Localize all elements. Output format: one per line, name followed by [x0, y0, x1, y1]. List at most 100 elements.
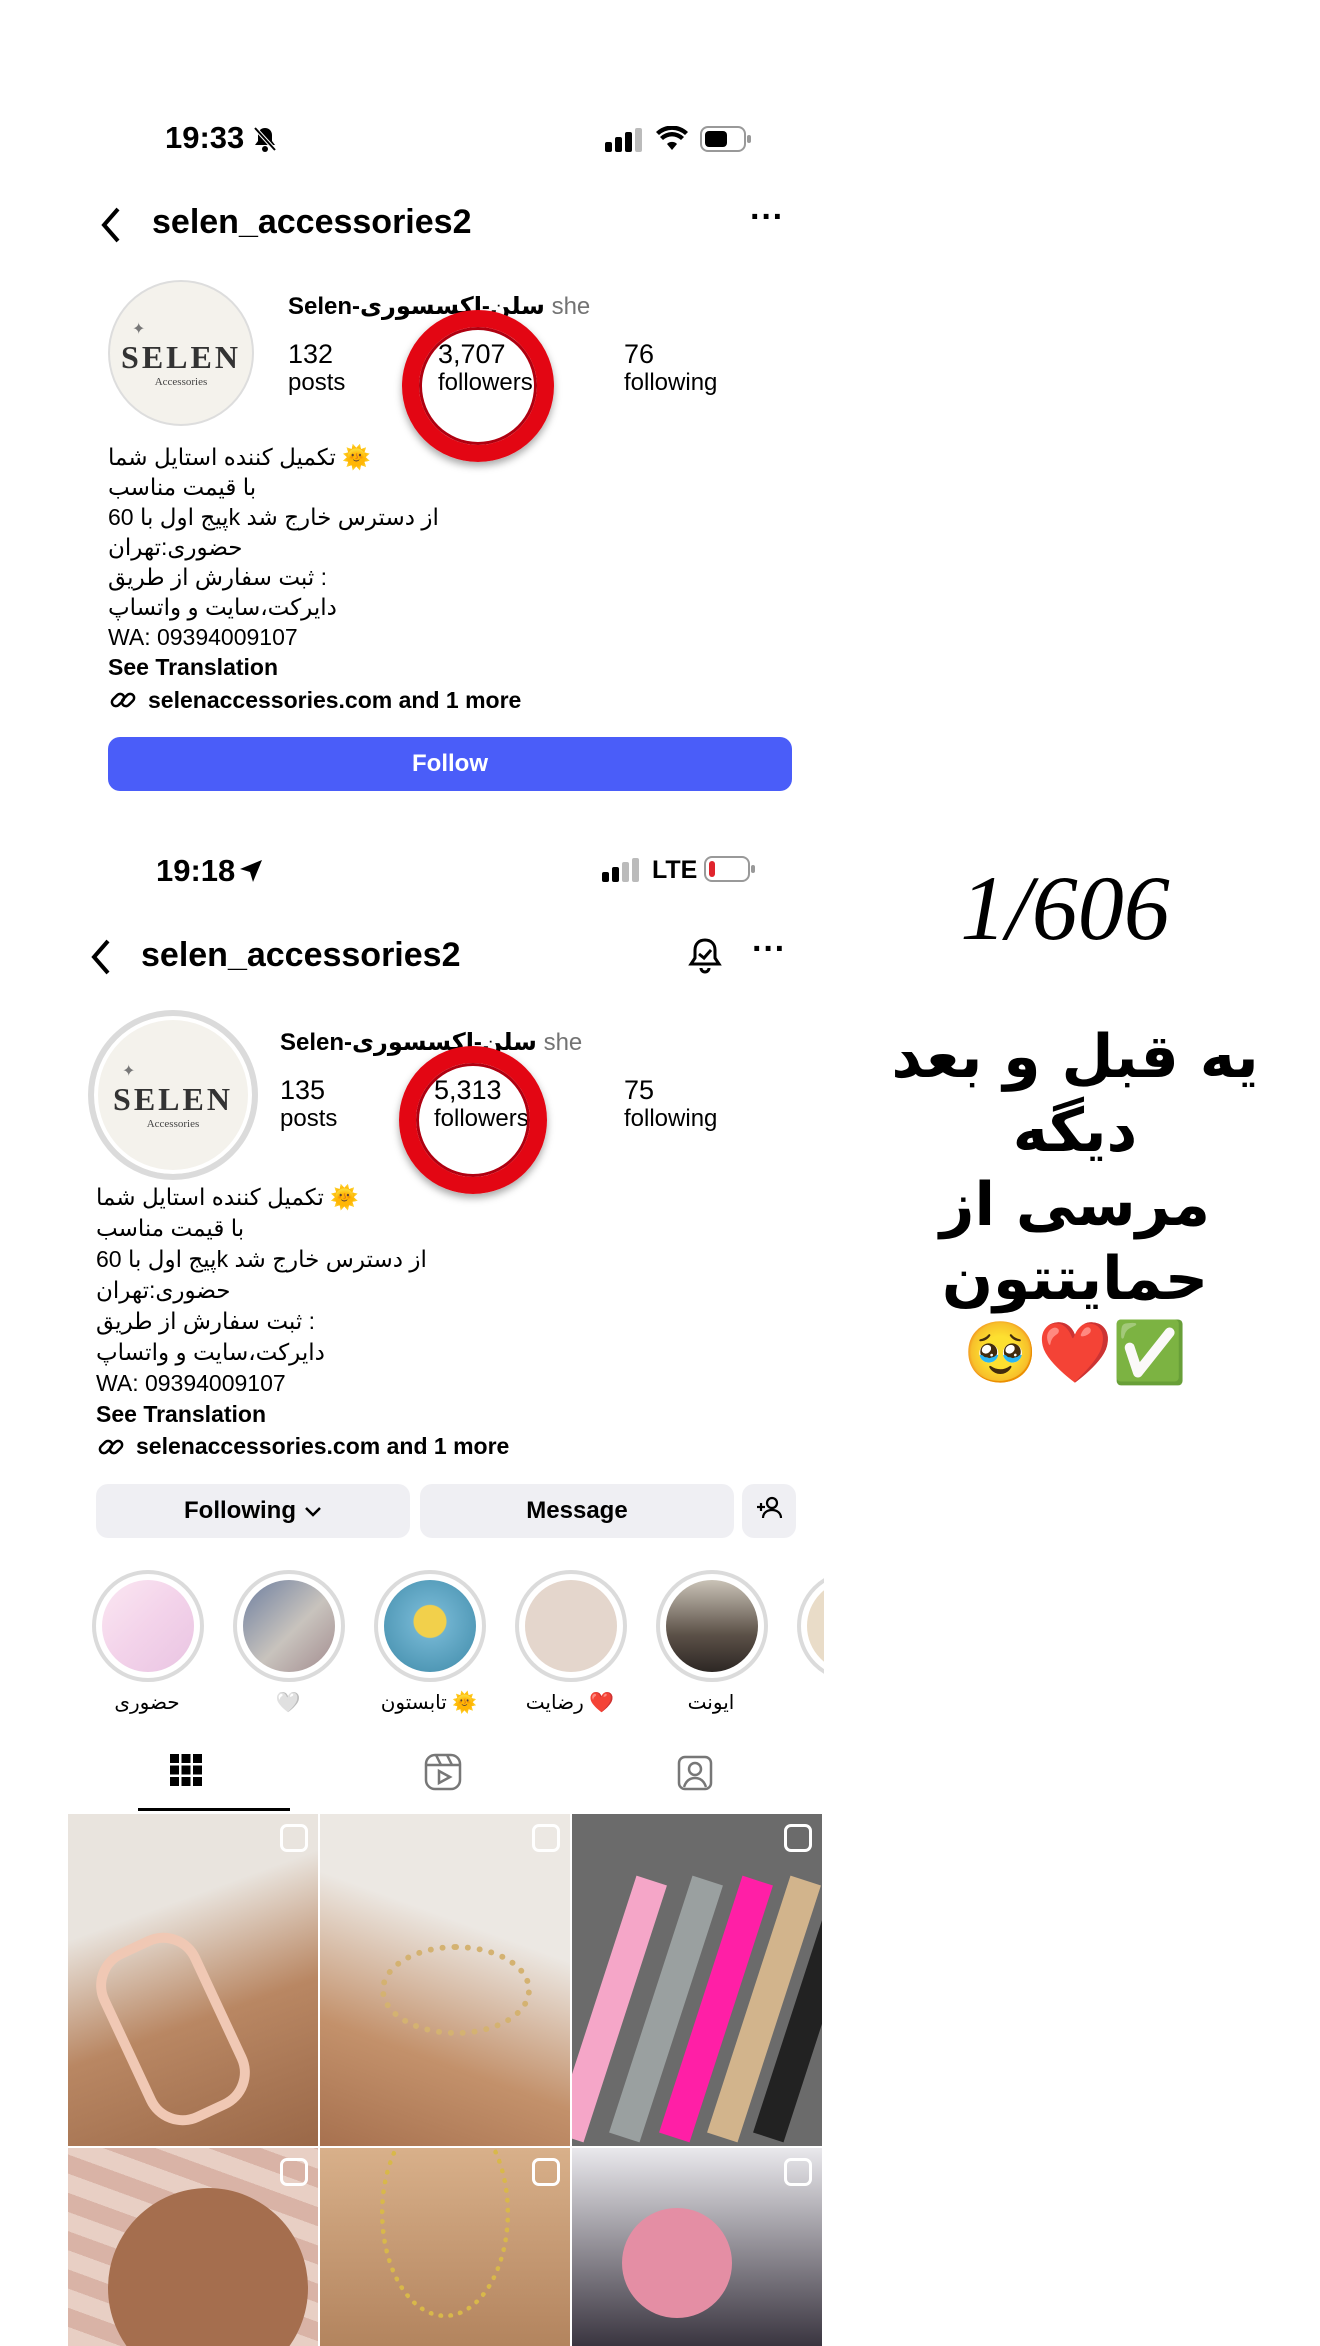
story-label: رضایت ❤️: [525, 1692, 615, 1714]
story-thumbnail: [374, 1570, 486, 1682]
ratio-text: 1/606: [960, 857, 1170, 959]
caption-line: یه قبل و بعد: [891, 1022, 1259, 1092]
bio-line: تکمیل کننده استایل شما 🌞: [108, 444, 371, 470]
post-thumbnail[interactable]: [572, 1814, 822, 2146]
following-number: 76: [624, 339, 655, 369]
avatar[interactable]: ✦ SELEN Accessories: [88, 1010, 258, 1180]
following-button-label: Following: [184, 1497, 296, 1524]
caption-line: مرسی از: [939, 1170, 1211, 1240]
post-thumbnail[interactable]: [320, 1814, 570, 2146]
wifi-icon: [655, 125, 689, 157]
pronoun: she: [551, 293, 591, 320]
bio-line: ثبت سفارش از طریق :: [96, 1308, 316, 1334]
posts-number: 135: [280, 1075, 326, 1105]
bell-muted-icon: [252, 125, 278, 158]
diamond-icon: ✦: [132, 320, 146, 338]
diamond-icon: ✦: [122, 1062, 136, 1080]
link-icon: [96, 1432, 126, 1467]
bio-line: با قیمت مناسب: [108, 474, 257, 500]
notification-bell-icon[interactable]: [686, 936, 724, 981]
bio-line: WA: 09394009107: [108, 624, 298, 650]
story-highlight[interactable]: تابستون 🌞: [374, 1570, 486, 1715]
message-button[interactable]: Message: [420, 1484, 734, 1538]
posts-label: posts: [288, 368, 346, 396]
post-thumbnail[interactable]: [320, 2148, 570, 2346]
posts-count: 135 posts: [280, 1075, 337, 1132]
logo-text: SELEN: [113, 1080, 233, 1117]
bio-line: دایرکت،سایت و واتساپ: [108, 594, 337, 620]
story-label: حضوری: [114, 1692, 180, 1714]
carousel-icon: [784, 2158, 812, 2186]
posts-count: 132 posts: [288, 339, 346, 396]
profile-username: selen_accessories2: [152, 203, 472, 241]
story-thumbnail: [92, 1570, 204, 1682]
battery-icon: [700, 126, 752, 157]
more-options-icon[interactable]: ···: [750, 198, 784, 237]
carousel-icon: [280, 2158, 308, 2186]
active-tab-indicator: [138, 1808, 290, 1811]
necklace-shape: [380, 2148, 510, 2318]
carousel-icon: [532, 1824, 560, 1852]
reel-icon: [784, 1824, 812, 1852]
status-time: 19:33: [165, 120, 245, 155]
reels-icon: [424, 1753, 462, 1791]
bio-line: حضوری:تهران: [108, 534, 243, 560]
post-thumbnail[interactable]: [572, 2148, 822, 2346]
following-button[interactable]: Following: [96, 1484, 410, 1538]
story-thumbnail: [656, 1570, 768, 1682]
following-count[interactable]: 76 following: [624, 339, 717, 396]
following-count[interactable]: 75 following: [624, 1075, 717, 1132]
bio-line: ثبت سفارش از طریق :: [108, 564, 328, 590]
bio-line: با قیمت مناسب: [96, 1215, 245, 1241]
post-thumbnail[interactable]: [68, 2148, 318, 2346]
posts-number: 132: [288, 339, 334, 369]
following-number: 75: [624, 1075, 655, 1105]
signal-icon: [605, 128, 645, 157]
bio: تکمیل کننده استایل شما 🌞 با قیمت مناسب پ…: [108, 442, 439, 682]
see-translation-link[interactable]: See Translation: [96, 1399, 427, 1430]
avatar[interactable]: ✦ SELEN Accessories: [108, 280, 254, 426]
post-thumbnail[interactable]: [68, 1814, 318, 2146]
external-link[interactable]: selenaccessories.com and 1 more: [136, 1433, 509, 1460]
follow-button[interactable]: Follow: [108, 737, 792, 791]
story-highlight[interactable]: [797, 1570, 824, 1682]
before-screenshot: 19:33 selen_accessories2 ··· ✦ SELEN Acc…: [60, 70, 820, 820]
external-link[interactable]: selenaccessories.com and 1 more: [148, 687, 521, 714]
add-user-button[interactable]: [742, 1484, 796, 1538]
grid-icon: [170, 1754, 202, 1786]
story-highlight[interactable]: حضوری: [92, 1570, 204, 1715]
add-user-icon: [755, 1496, 783, 1527]
tab-posts-grid[interactable]: [169, 1753, 203, 1792]
bio-line: پیج اول با 60k از دسترس خارج شد: [108, 504, 439, 530]
see-translation-link[interactable]: See Translation: [108, 652, 439, 682]
more-options-icon[interactable]: ···: [752, 930, 786, 969]
story-label: 🤍: [275, 1692, 301, 1714]
profile-full-name: Selen-سلن-اکسسوری she: [288, 292, 590, 321]
bio: تکمیل کننده استایل شما 🌞 با قیمت مناسب پ…: [96, 1182, 427, 1430]
tagged-user-icon: [677, 1755, 713, 1791]
pronoun: she: [543, 1029, 583, 1056]
caption-text: یه قبل و بعد دیگه مرسی از حمایتتون 🥹❤️✅: [880, 1020, 1270, 1390]
tab-tagged[interactable]: [676, 1753, 714, 1796]
profile-full-name: Selen-سلن-اکسسوری she: [280, 1028, 582, 1057]
tab-reels[interactable]: [424, 1753, 462, 1796]
battery-low-icon: [704, 856, 756, 887]
reel-icon: [532, 2158, 560, 2186]
link-icon: [108, 685, 138, 720]
network-type: LTE: [652, 856, 698, 884]
bio-line: حضوری:تهران: [96, 1277, 231, 1303]
story-thumbnail: [233, 1570, 345, 1682]
story-label: ایونت: [687, 1692, 735, 1714]
bio-line: دایرکت،سایت و واتساپ: [96, 1339, 325, 1365]
red-circle-highlight: [399, 1046, 547, 1194]
back-icon[interactable]: [100, 206, 122, 249]
story-highlight[interactable]: 🤍: [233, 1570, 345, 1715]
chevron-down-icon: [304, 1497, 322, 1525]
story-highlight[interactable]: ایونت: [656, 1570, 768, 1715]
red-circle-highlight: [402, 310, 554, 462]
story-highlight[interactable]: رضایت ❤️: [515, 1570, 627, 1715]
back-icon[interactable]: [90, 938, 112, 981]
status-time: 19:18: [156, 853, 236, 888]
bracelet-shape: [108, 2188, 308, 2346]
logo-subtext: Accessories: [154, 375, 208, 388]
